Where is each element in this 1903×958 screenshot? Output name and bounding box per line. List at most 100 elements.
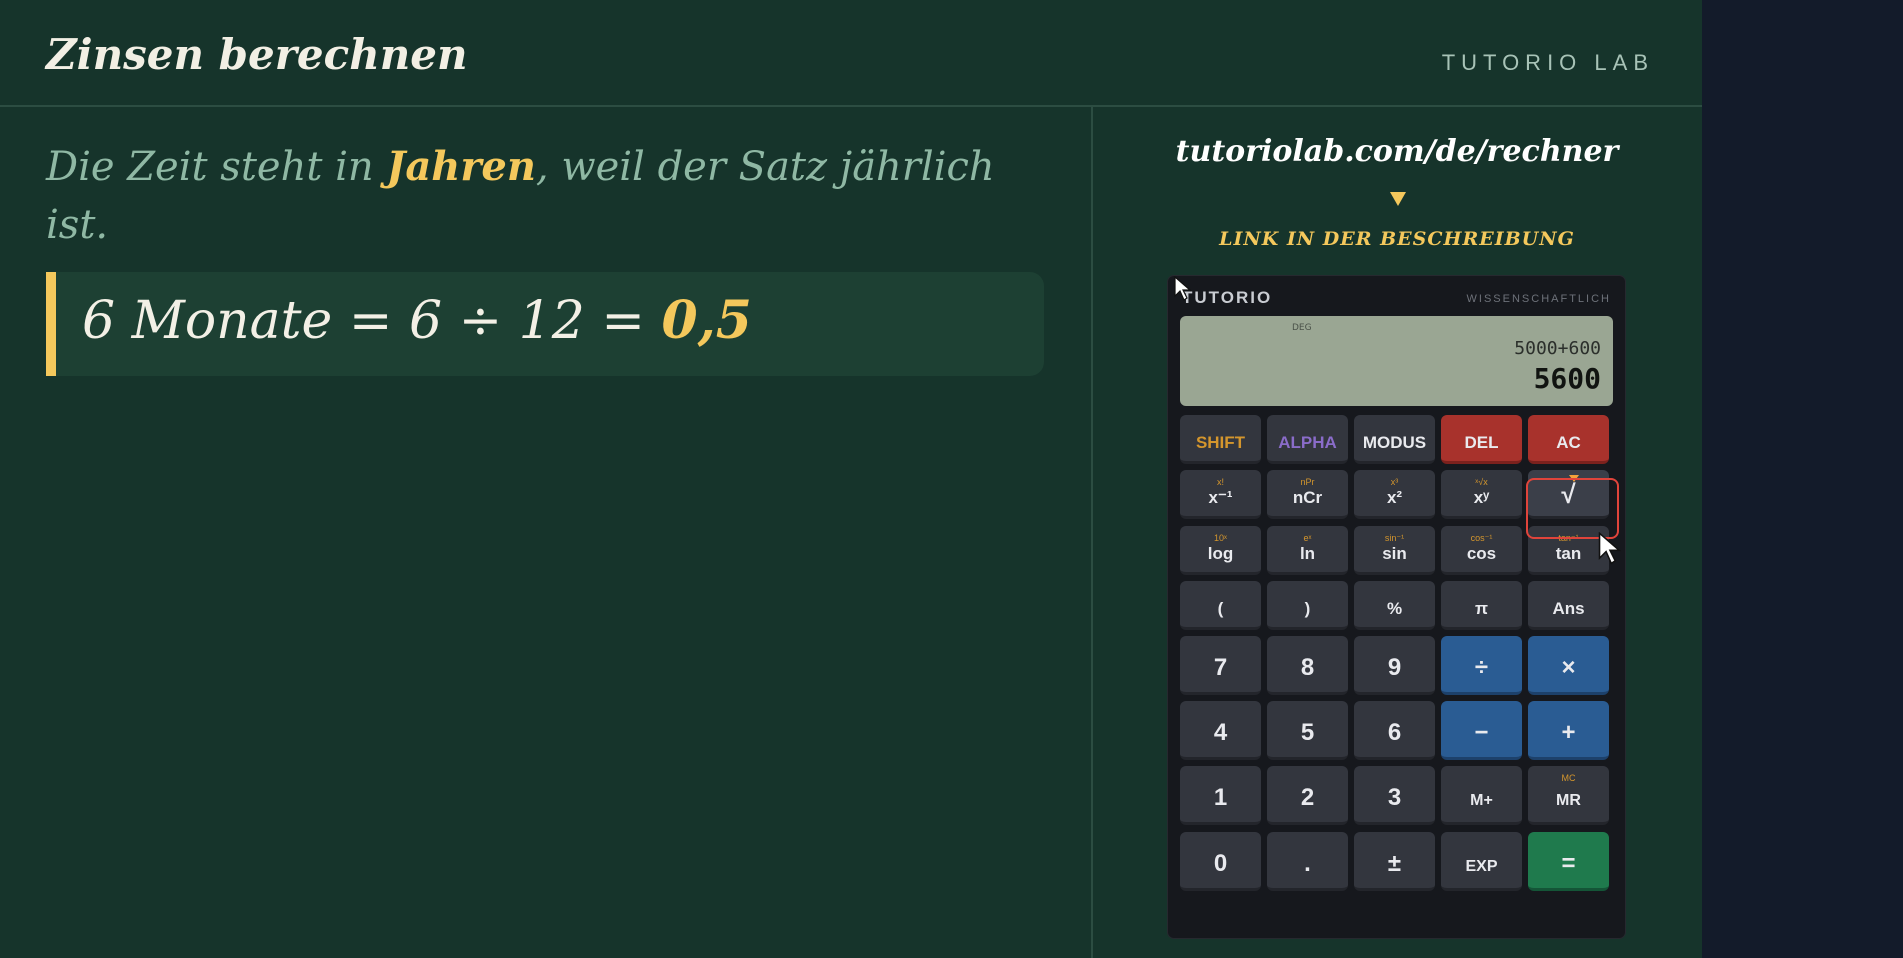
- mouse-cursor-icon: [1598, 532, 1622, 565]
- key-label: ×: [1561, 654, 1576, 681]
- page-title: Zinsen berechnen: [46, 30, 468, 79]
- key-label: tan: [1555, 544, 1582, 563]
- secondary-function-label: ˣ√x: [1475, 477, 1488, 487]
- angle-mode-indicator: DEG: [1292, 323, 1312, 333]
- key-label: log: [1207, 544, 1234, 563]
- lesson-highlight: Jahren: [386, 143, 536, 190]
- percent-key[interactable]: %: [1354, 581, 1435, 630]
- minus-key[interactable]: −: [1441, 701, 1522, 760]
- decimal-key[interactable]: .: [1267, 832, 1348, 891]
- key-label: ALPHA: [1278, 433, 1337, 452]
- key-label: sin: [1382, 544, 1407, 563]
- digit-9-key[interactable]: 9: [1354, 636, 1435, 695]
- key-label: 2: [1300, 784, 1315, 811]
- power-key[interactable]: ˣ√x xʸ: [1441, 470, 1522, 519]
- calculator-display: DEG 5000+600 5600: [1180, 316, 1613, 406]
- key-label: 7: [1213, 654, 1228, 681]
- secondary-function-label: x!: [1216, 477, 1224, 487]
- key-label: ln: [1299, 544, 1316, 563]
- key-label: 5: [1300, 719, 1315, 746]
- key-label: MODUS: [1362, 433, 1427, 452]
- promo-link-text: LINK IN DER BESCHREIBUNG: [1219, 228, 1575, 250]
- lesson-text: Die Zeit steht in Jahren, weil der Satz …: [46, 138, 1056, 254]
- shift-key[interactable]: SHIFT: [1180, 415, 1261, 464]
- secondary-function-label: 10ˣ: [1214, 533, 1227, 543]
- exp-key[interactable]: EXP: [1441, 832, 1522, 891]
- formula-result: 0,5: [661, 290, 752, 351]
- square-key[interactable]: x³ x²: [1354, 470, 1435, 519]
- display-result: 5600: [1533, 362, 1601, 395]
- right-margin: [1702, 0, 1903, 958]
- digit-6-key[interactable]: 6: [1354, 701, 1435, 760]
- formula-box: 6 Monate = 6 ÷ 12 = 0,5: [46, 272, 1044, 376]
- key-label: DEL: [1464, 433, 1499, 452]
- promo-url[interactable]: tutoriolab.com/de/rechner: [1091, 134, 1703, 169]
- key-label: Ans: [1552, 599, 1585, 618]
- header: Zinsen berechnen TUTORIO LAB: [0, 0, 1702, 107]
- cos-key[interactable]: cos⁻¹ cos: [1441, 526, 1522, 575]
- digit-2-key[interactable]: 2: [1267, 766, 1348, 825]
- digit-0-key[interactable]: 0: [1180, 832, 1261, 891]
- key-label: 6: [1387, 719, 1402, 746]
- display-expression: 5000+600: [1514, 338, 1601, 359]
- key-label: M+: [1470, 792, 1493, 809]
- alpha-key[interactable]: ALPHA: [1267, 415, 1348, 464]
- secondary-function-label: nPr: [1300, 477, 1315, 487]
- mode-key[interactable]: MODUS: [1354, 415, 1435, 464]
- ln-key[interactable]: eˣ ln: [1267, 526, 1348, 575]
- key-label: AC: [1556, 433, 1581, 452]
- secondary-function-label: cos⁻¹: [1470, 533, 1493, 543]
- key-label: MR: [1556, 792, 1581, 809]
- key-label: xʸ: [1473, 488, 1490, 507]
- key-label: 8: [1300, 654, 1315, 681]
- formula-text: 6 Monate = 6 ÷ 12 = 0,5: [82, 290, 752, 351]
- arrow-down-icon: [1390, 192, 1406, 206]
- sign-key[interactable]: ±: [1354, 832, 1435, 891]
- key-label: %: [1386, 599, 1403, 618]
- key-label: ÷: [1474, 654, 1489, 681]
- key-label: cos: [1466, 544, 1497, 563]
- delete-key[interactable]: DEL: [1441, 415, 1522, 464]
- digit-1-key[interactable]: 1: [1180, 766, 1261, 825]
- key-label: π: [1474, 599, 1488, 618]
- key-label: −: [1474, 719, 1489, 746]
- digit-3-key[interactable]: 3: [1354, 766, 1435, 825]
- brand-logo: TUTORIO LAB: [1441, 50, 1654, 75]
- reciprocal-key[interactable]: x! x⁻¹: [1180, 470, 1261, 519]
- equals-key[interactable]: =: [1528, 832, 1609, 891]
- key-label: =: [1561, 850, 1576, 877]
- digit-4-key[interactable]: 4: [1180, 701, 1261, 760]
- all-clear-key[interactable]: AC: [1528, 415, 1609, 464]
- key-label: x²: [1386, 488, 1403, 507]
- key-label: (: [1217, 599, 1224, 618]
- answer-key[interactable]: Ans: [1528, 581, 1609, 630]
- calculator-brand: TUTORIO: [1182, 288, 1273, 307]
- open-paren-key[interactable]: (: [1180, 581, 1261, 630]
- memory-add-key[interactable]: M+: [1441, 766, 1522, 825]
- mouse-cursor-icon: [1174, 276, 1192, 301]
- secondary-function-label: sin⁻¹: [1384, 533, 1405, 543]
- secondary-function-label: x³: [1390, 477, 1399, 487]
- sin-key[interactable]: sin⁻¹ sin: [1354, 526, 1435, 575]
- divide-key[interactable]: ÷: [1441, 636, 1522, 695]
- key-label: ±: [1387, 850, 1402, 877]
- digit-5-key[interactable]: 5: [1267, 701, 1348, 760]
- key-label: 3: [1387, 784, 1402, 811]
- key-label: x⁻¹: [1208, 488, 1233, 507]
- multiply-key[interactable]: ×: [1528, 636, 1609, 695]
- key-label: +: [1561, 719, 1576, 746]
- memory-recall-key[interactable]: MC MR: [1528, 766, 1609, 825]
- lesson-text-start: Die Zeit steht in: [46, 144, 387, 190]
- plus-key[interactable]: +: [1528, 701, 1609, 760]
- key-label: nCr: [1292, 488, 1323, 507]
- key-label: 1: [1213, 784, 1228, 811]
- pi-key[interactable]: π: [1441, 581, 1522, 630]
- close-paren-key[interactable]: ): [1267, 581, 1348, 630]
- digit-7-key[interactable]: 7: [1180, 636, 1261, 695]
- log-key[interactable]: 10ˣ log: [1180, 526, 1261, 575]
- calculator: TUTORIO WISSENSCHAFTLICH DEG 5000+600 56…: [1168, 276, 1625, 938]
- digit-8-key[interactable]: 8: [1267, 636, 1348, 695]
- key-label: SHIFT: [1195, 433, 1246, 452]
- calculator-mode: WISSENSCHAFTLICH: [1466, 293, 1611, 305]
- ncr-key[interactable]: nPr nCr: [1267, 470, 1348, 519]
